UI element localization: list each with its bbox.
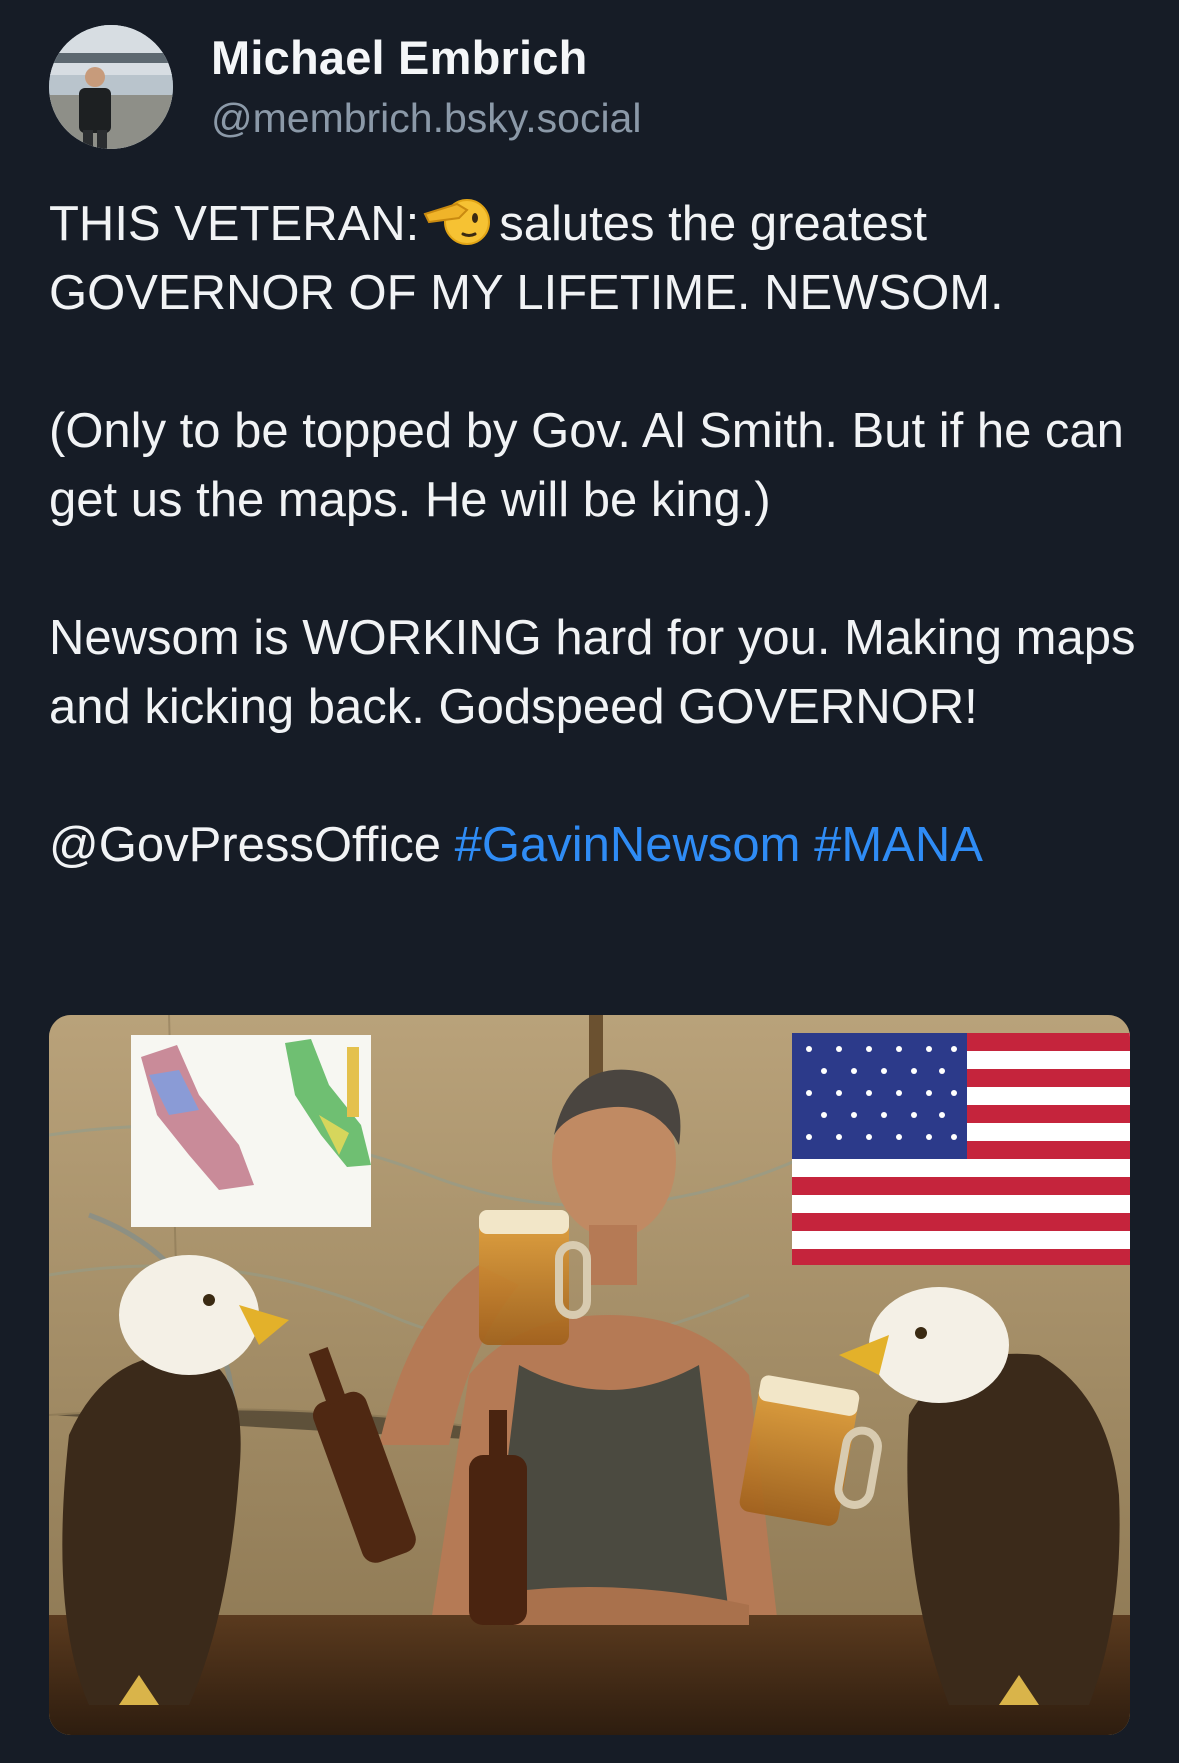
post: Michael Embrich @membrich.bsky.social TH… [0,0,1179,1763]
author-avatar[interactable] [49,25,173,149]
post-line1-before: THIS VETERAN: [49,197,420,251]
avatar-photo-icon [49,25,173,149]
post-paragraph-2: (Only to be topped by Gov. Al Smith. But… [49,404,1124,527]
post-paragraph-3: Newsom is WORKING hard for you. Making m… [49,611,1136,734]
hashtag-gavinnewsom[interactable]: #GavinNewsom [455,818,801,872]
author-handle[interactable]: @membrich.bsky.social [211,95,641,142]
post-text: THIS VETERAN: salutes the greatest GOVER… [49,190,1149,880]
author-name[interactable]: Michael Embrich [211,30,588,85]
post-paragraph-1: THIS VETERAN: salutes the greatest GOVER… [49,190,1149,328]
saluting-face-icon [423,199,491,245]
attached-image[interactable] [49,1015,1130,1735]
attached-image-icon [49,1015,1130,1735]
hashtag-mana[interactable]: #MANA [814,818,983,872]
mention-link[interactable]: @GovPressOffice [49,818,441,872]
post-tags-line: @GovPressOffice #GavinNewsom #MANA [49,811,1149,880]
